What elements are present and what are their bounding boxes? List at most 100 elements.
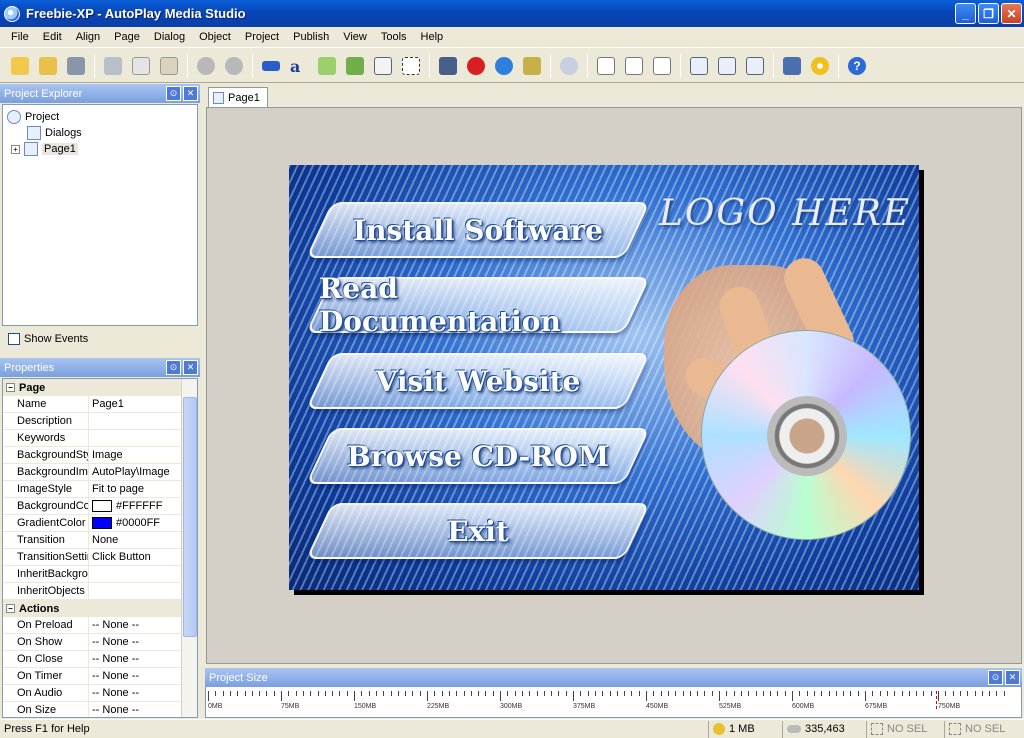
ruler-tick bbox=[967, 691, 969, 696]
minimize-button[interactable]: _ bbox=[955, 3, 976, 24]
image-object-icon[interactable] bbox=[342, 53, 368, 79]
action-row[interactable]: On Close -- None -- bbox=[3, 651, 182, 668]
collapse-icon[interactable]: − bbox=[6, 604, 15, 613]
add-dialog-icon[interactable] bbox=[686, 53, 712, 79]
build-cd-icon[interactable] bbox=[807, 53, 833, 79]
listbox-object-icon[interactable] bbox=[370, 53, 396, 79]
ruler-tick bbox=[777, 691, 779, 696]
action-row[interactable]: On Size -- None -- bbox=[3, 702, 182, 717]
toolbar-separator bbox=[680, 53, 681, 78]
plugin-object-icon[interactable] bbox=[519, 53, 545, 79]
install-software-button[interactable]: Install Software bbox=[319, 202, 637, 258]
property-row[interactable]: InheritBackground bbox=[3, 566, 182, 583]
ruler-tick bbox=[748, 691, 750, 696]
action-row[interactable]: On Preload -- None -- bbox=[3, 617, 182, 634]
paste-icon[interactable] bbox=[156, 53, 182, 79]
wizard-icon[interactable] bbox=[7, 53, 33, 79]
help-icon[interactable]: ? bbox=[844, 53, 870, 79]
property-row[interactable]: BackgroundColor#FFFFFF bbox=[3, 498, 182, 515]
preview-icon[interactable] bbox=[779, 53, 805, 79]
open-icon[interactable] bbox=[35, 53, 61, 79]
property-row[interactable]: Description bbox=[3, 413, 182, 430]
paragraph-object-icon[interactable] bbox=[314, 53, 340, 79]
ruler-tick bbox=[762, 691, 764, 696]
category-actions[interactable]: − Actions bbox=[3, 600, 182, 617]
ruler-tick bbox=[302, 691, 304, 696]
cut-icon[interactable] bbox=[100, 53, 126, 79]
menu-align[interactable]: Align bbox=[69, 29, 107, 45]
video-object-icon[interactable] bbox=[435, 53, 461, 79]
property-row[interactable]: Keywords bbox=[3, 430, 182, 447]
category-page[interactable]: − Page bbox=[3, 379, 182, 396]
copy-icon[interactable] bbox=[128, 53, 154, 79]
hotspot-object-icon[interactable] bbox=[398, 53, 424, 79]
maximize-button[interactable]: ❐ bbox=[978, 3, 999, 24]
show-events-checkbox[interactable] bbox=[8, 333, 20, 345]
close-button[interactable]: ✕ bbox=[1001, 3, 1022, 24]
property-row[interactable]: ImageStyle Fit to page bbox=[3, 481, 182, 498]
status-bar: Press F1 for Help 1 MB 335,463 NO SEL NO… bbox=[0, 719, 1024, 738]
label-object-icon[interactable]: a bbox=[286, 53, 312, 79]
ruler-tick bbox=[397, 691, 399, 696]
menu-publish[interactable]: Publish bbox=[286, 29, 336, 45]
close-panel-icon[interactable]: ✕ bbox=[183, 86, 198, 101]
browse-cd-rom-button[interactable]: Browse CD-ROM bbox=[319, 428, 637, 484]
property-row[interactable]: BackgroundStyleImage bbox=[3, 447, 182, 464]
menu-page[interactable]: Page bbox=[107, 29, 147, 45]
gradient-color-swatch[interactable] bbox=[92, 517, 112, 529]
visit-website-button[interactable]: Visit Website bbox=[319, 353, 637, 409]
ruler-tick bbox=[536, 691, 538, 696]
pin-icon[interactable]: ⊙ bbox=[988, 670, 1003, 685]
property-row[interactable]: TransitionSettingsClick Button bbox=[3, 549, 182, 566]
tab-page1[interactable]: Page1 bbox=[208, 87, 268, 107]
property-row[interactable]: GradientColor #0000FF bbox=[3, 515, 182, 532]
pin-icon[interactable]: ⊙ bbox=[166, 86, 181, 101]
property-row[interactable]: InheritObjects bbox=[3, 583, 182, 600]
property-row[interactable]: Name Page1 bbox=[3, 396, 182, 413]
tree-item-page1[interactable]: + Page1 bbox=[11, 142, 78, 156]
undo-icon[interactable] bbox=[193, 53, 219, 79]
action-row[interactable]: On Show -- None -- bbox=[3, 634, 182, 651]
read-documentation-button[interactable]: Read Documentation bbox=[319, 272, 637, 338]
menu-tools[interactable]: Tools bbox=[374, 29, 414, 45]
page-canvas[interactable]: LOGO HERE Install Software Read Document… bbox=[289, 165, 919, 590]
remove-dialog-icon[interactable] bbox=[714, 53, 740, 79]
close-panel-icon[interactable]: ✕ bbox=[1005, 670, 1020, 685]
flash-object-icon[interactable] bbox=[463, 53, 489, 79]
action-row[interactable]: On Timer -- None -- bbox=[3, 668, 182, 685]
scrollbar-thumb[interactable] bbox=[183, 397, 197, 637]
page-properties-icon[interactable] bbox=[649, 53, 675, 79]
pin-icon[interactable]: ⊙ bbox=[166, 360, 181, 375]
zoom-icon[interactable] bbox=[556, 53, 582, 79]
close-panel-icon[interactable]: ✕ bbox=[183, 360, 198, 375]
tree-item-dialogs[interactable]: Dialogs bbox=[27, 126, 82, 140]
web-object-icon[interactable] bbox=[491, 53, 517, 79]
dialog-properties-icon[interactable] bbox=[742, 53, 768, 79]
property-row[interactable]: Transition None bbox=[3, 532, 182, 549]
ruler-tick bbox=[361, 691, 363, 696]
ruler-tick bbox=[784, 691, 786, 696]
menu-object[interactable]: Object bbox=[192, 29, 238, 45]
menu-file[interactable]: File bbox=[4, 29, 36, 45]
save-icon[interactable] bbox=[63, 53, 89, 79]
menu-project[interactable]: Project bbox=[238, 29, 286, 45]
background-color-swatch[interactable] bbox=[92, 500, 112, 512]
menu-help[interactable]: Help bbox=[414, 29, 451, 45]
menu-dialog[interactable]: Dialog bbox=[147, 29, 192, 45]
expand-icon[interactable]: + bbox=[11, 144, 20, 154]
exit-button[interactable]: Exit bbox=[319, 503, 637, 559]
menu-view[interactable]: View bbox=[336, 29, 374, 45]
redo-icon[interactable] bbox=[221, 53, 247, 79]
ruler-tick bbox=[354, 691, 355, 701]
property-row[interactable]: BackgroundImageAutoPlay\Image bbox=[3, 464, 182, 481]
remove-page-icon[interactable] bbox=[621, 53, 647, 79]
size-ruler: 0MB 75MB 150MB 225MB 300MB 375MB 450MB 525MB 600… bbox=[208, 691, 1018, 715]
action-row[interactable]: On Audio -- None -- bbox=[3, 685, 182, 702]
logo-placeholder[interactable]: LOGO HERE bbox=[659, 193, 911, 234]
properties-scrollbar[interactable] bbox=[181, 379, 197, 717]
tree-item-project[interactable]: Project bbox=[7, 110, 59, 124]
collapse-icon[interactable]: − bbox=[6, 383, 15, 392]
add-page-icon[interactable] bbox=[593, 53, 619, 79]
button-object-icon[interactable] bbox=[258, 53, 284, 79]
menu-edit[interactable]: Edit bbox=[36, 29, 69, 45]
